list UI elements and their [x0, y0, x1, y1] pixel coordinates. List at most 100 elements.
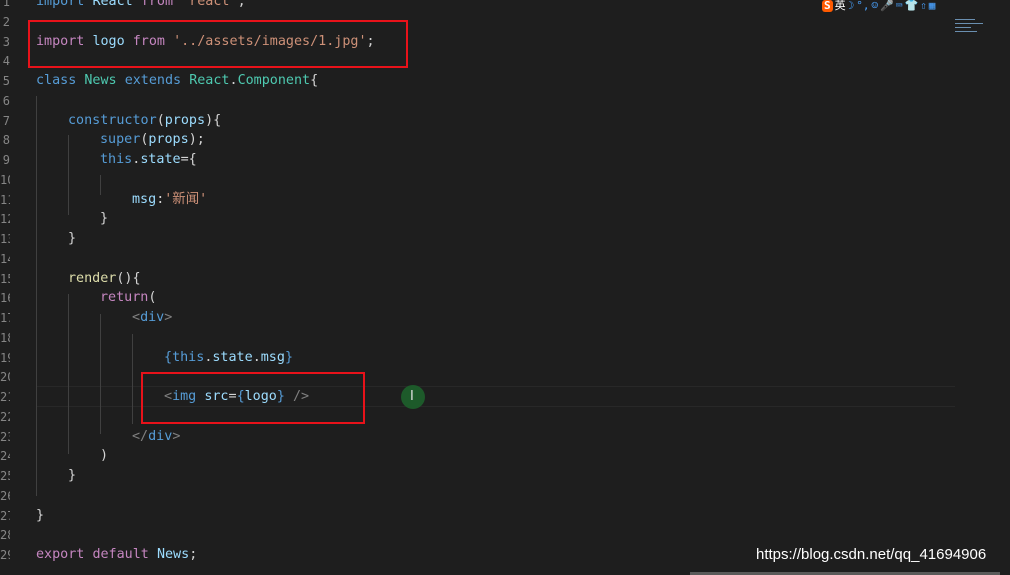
moon-icon[interactable]: ☽ [848, 0, 855, 12]
code-text[interactable]: } [68, 466, 76, 486]
code-text[interactable]: export default News; [36, 545, 197, 565]
code-line[interactable]: 7 constructor(props){ [0, 111, 955, 131]
code-line[interactable]: 11 msg:'新闻' [0, 190, 955, 210]
line-number: 12 [0, 212, 10, 227]
indent-guide [100, 314, 101, 434]
code-token: < [132, 310, 141, 325]
keyboard-icon[interactable]: ⌨ [896, 0, 903, 12]
code-editor[interactable]: 1 import React from 'react'; 2 3 import logo… [0, 0, 1010, 575]
code-line[interactable]: 25} [0, 466, 955, 486]
code-text[interactable]: super(props); [100, 130, 205, 150]
code-line[interactable]: 28 [0, 525, 955, 545]
line-number: 2 [2, 14, 10, 29]
lang-mode-icon[interactable]: 英 [835, 0, 846, 12]
code-text[interactable]: class News extends React.Component{ [36, 71, 318, 91]
sogou-logo-icon[interactable]: S [822, 0, 833, 12]
indent-guide [132, 334, 133, 424]
code-token: (){ [116, 270, 141, 286]
line-number: 23 [0, 429, 10, 444]
code-token: from [140, 0, 182, 9]
code-text[interactable]: return( [100, 288, 156, 308]
toolbox-icon[interactable]: ▦ [929, 0, 936, 12]
minimap[interactable] [955, 16, 985, 44]
line-number: 6 [2, 93, 10, 108]
code-line[interactable]: 12} [0, 209, 955, 229]
line-number: 1 [2, 0, 10, 9]
code-token: constructor [68, 112, 157, 128]
code-text[interactable]: } [100, 209, 108, 229]
code-token: React [189, 73, 230, 88]
code-line[interactable]: 26 [0, 486, 955, 506]
indent-guide [36, 96, 37, 496]
code-line[interactable]: 9 this.state={ [0, 150, 955, 170]
line-number: 17 [0, 311, 10, 325]
code-line[interactable]: 27} [0, 506, 955, 526]
code-text[interactable]: import React from 'react'; [36, 0, 246, 12]
indent-guide [68, 294, 69, 454]
code-line[interactable]: 16 return( [0, 288, 955, 308]
code-token: super [100, 132, 141, 148]
code-text[interactable]: render(){ [68, 269, 141, 289]
code-text[interactable]: {this.state.msg} [164, 348, 293, 368]
code-token: > [172, 428, 181, 444]
code-text[interactable]: constructor(props){ [68, 111, 221, 131]
shift-icon[interactable]: ⇧ [920, 0, 927, 12]
code-token: ( [148, 290, 157, 306]
code-line[interactable]: 14 [0, 249, 955, 269]
line-number: 9 [2, 153, 10, 167]
code-token: > [164, 310, 173, 325]
code-token: props [164, 112, 206, 128]
skin-icon[interactable]: 👕 [904, 0, 918, 12]
line-number: 28 [0, 528, 10, 543]
line-number: 5 [2, 74, 10, 88]
line-number: 10 [0, 172, 10, 187]
code-text[interactable]: <div> [132, 308, 172, 328]
code-token: } [36, 507, 45, 523]
code-token: export [36, 547, 93, 562]
code-line[interactable]: 13} [0, 229, 955, 249]
line-number: 20 [0, 370, 10, 385]
code-token: this [172, 349, 205, 365]
code-line[interactable]: 10 [0, 170, 955, 190]
code-token: props [148, 132, 189, 148]
emoji-icon[interactable]: ☺ [872, 0, 879, 12]
punct-icon[interactable]: °, [856, 0, 869, 12]
code-line[interactable]: 24) [0, 446, 955, 466]
code-token: import [36, 0, 93, 9]
code-line[interactable]: 1 import React from 'react'; [0, 0, 955, 12]
code-token: render [68, 270, 117, 286]
line-number: 18 [0, 330, 10, 345]
code-token: '新闻' [164, 191, 208, 207]
mic-icon[interactable]: 🎤 [880, 0, 894, 12]
line-number: 7 [2, 113, 10, 128]
code-token: div [148, 428, 173, 444]
code-line[interactable]: 23 </div> [0, 427, 955, 447]
line-number: 19 [0, 350, 10, 365]
code-token: { [310, 73, 319, 88]
ime-toolbar[interactable]: S 英 ☽ °, ☺ 🎤 ⌨ 👕 ⇧ ▦ [822, 0, 935, 12]
line-number: 13 [0, 232, 10, 246]
code-text[interactable]: msg:'新闻' [132, 190, 207, 210]
code-line[interactable]: 17 <div> [0, 308, 955, 328]
line-number: 25 [0, 469, 10, 483]
code-text[interactable]: } [68, 229, 76, 249]
code-text[interactable]: } [36, 506, 44, 526]
code-line[interactable]: 15 render(){ [0, 269, 955, 289]
line-number: 8 [2, 133, 10, 148]
code-token: ; [189, 547, 198, 562]
code-line[interactable]: 18 [0, 328, 955, 348]
code-token: } [68, 231, 77, 246]
code-text[interactable]: ) [100, 446, 108, 466]
code-line[interactable]: 6 [0, 91, 955, 111]
line-number: 24 [0, 449, 10, 464]
code-line[interactable]: 8 super(props); [0, 130, 955, 150]
code-token: . [229, 73, 238, 88]
code-token: ) [100, 448, 109, 464]
indent-guide [100, 175, 101, 195]
line-number: 16 [0, 291, 10, 306]
code-text[interactable]: </div> [132, 427, 180, 447]
line-number: 3 [2, 34, 10, 49]
code-line[interactable]: 19 {this.state.msg} [0, 348, 955, 368]
code-text[interactable]: this.state={ [100, 150, 197, 170]
code-line[interactable]: 5 class News extends React.Component{ [0, 71, 955, 91]
